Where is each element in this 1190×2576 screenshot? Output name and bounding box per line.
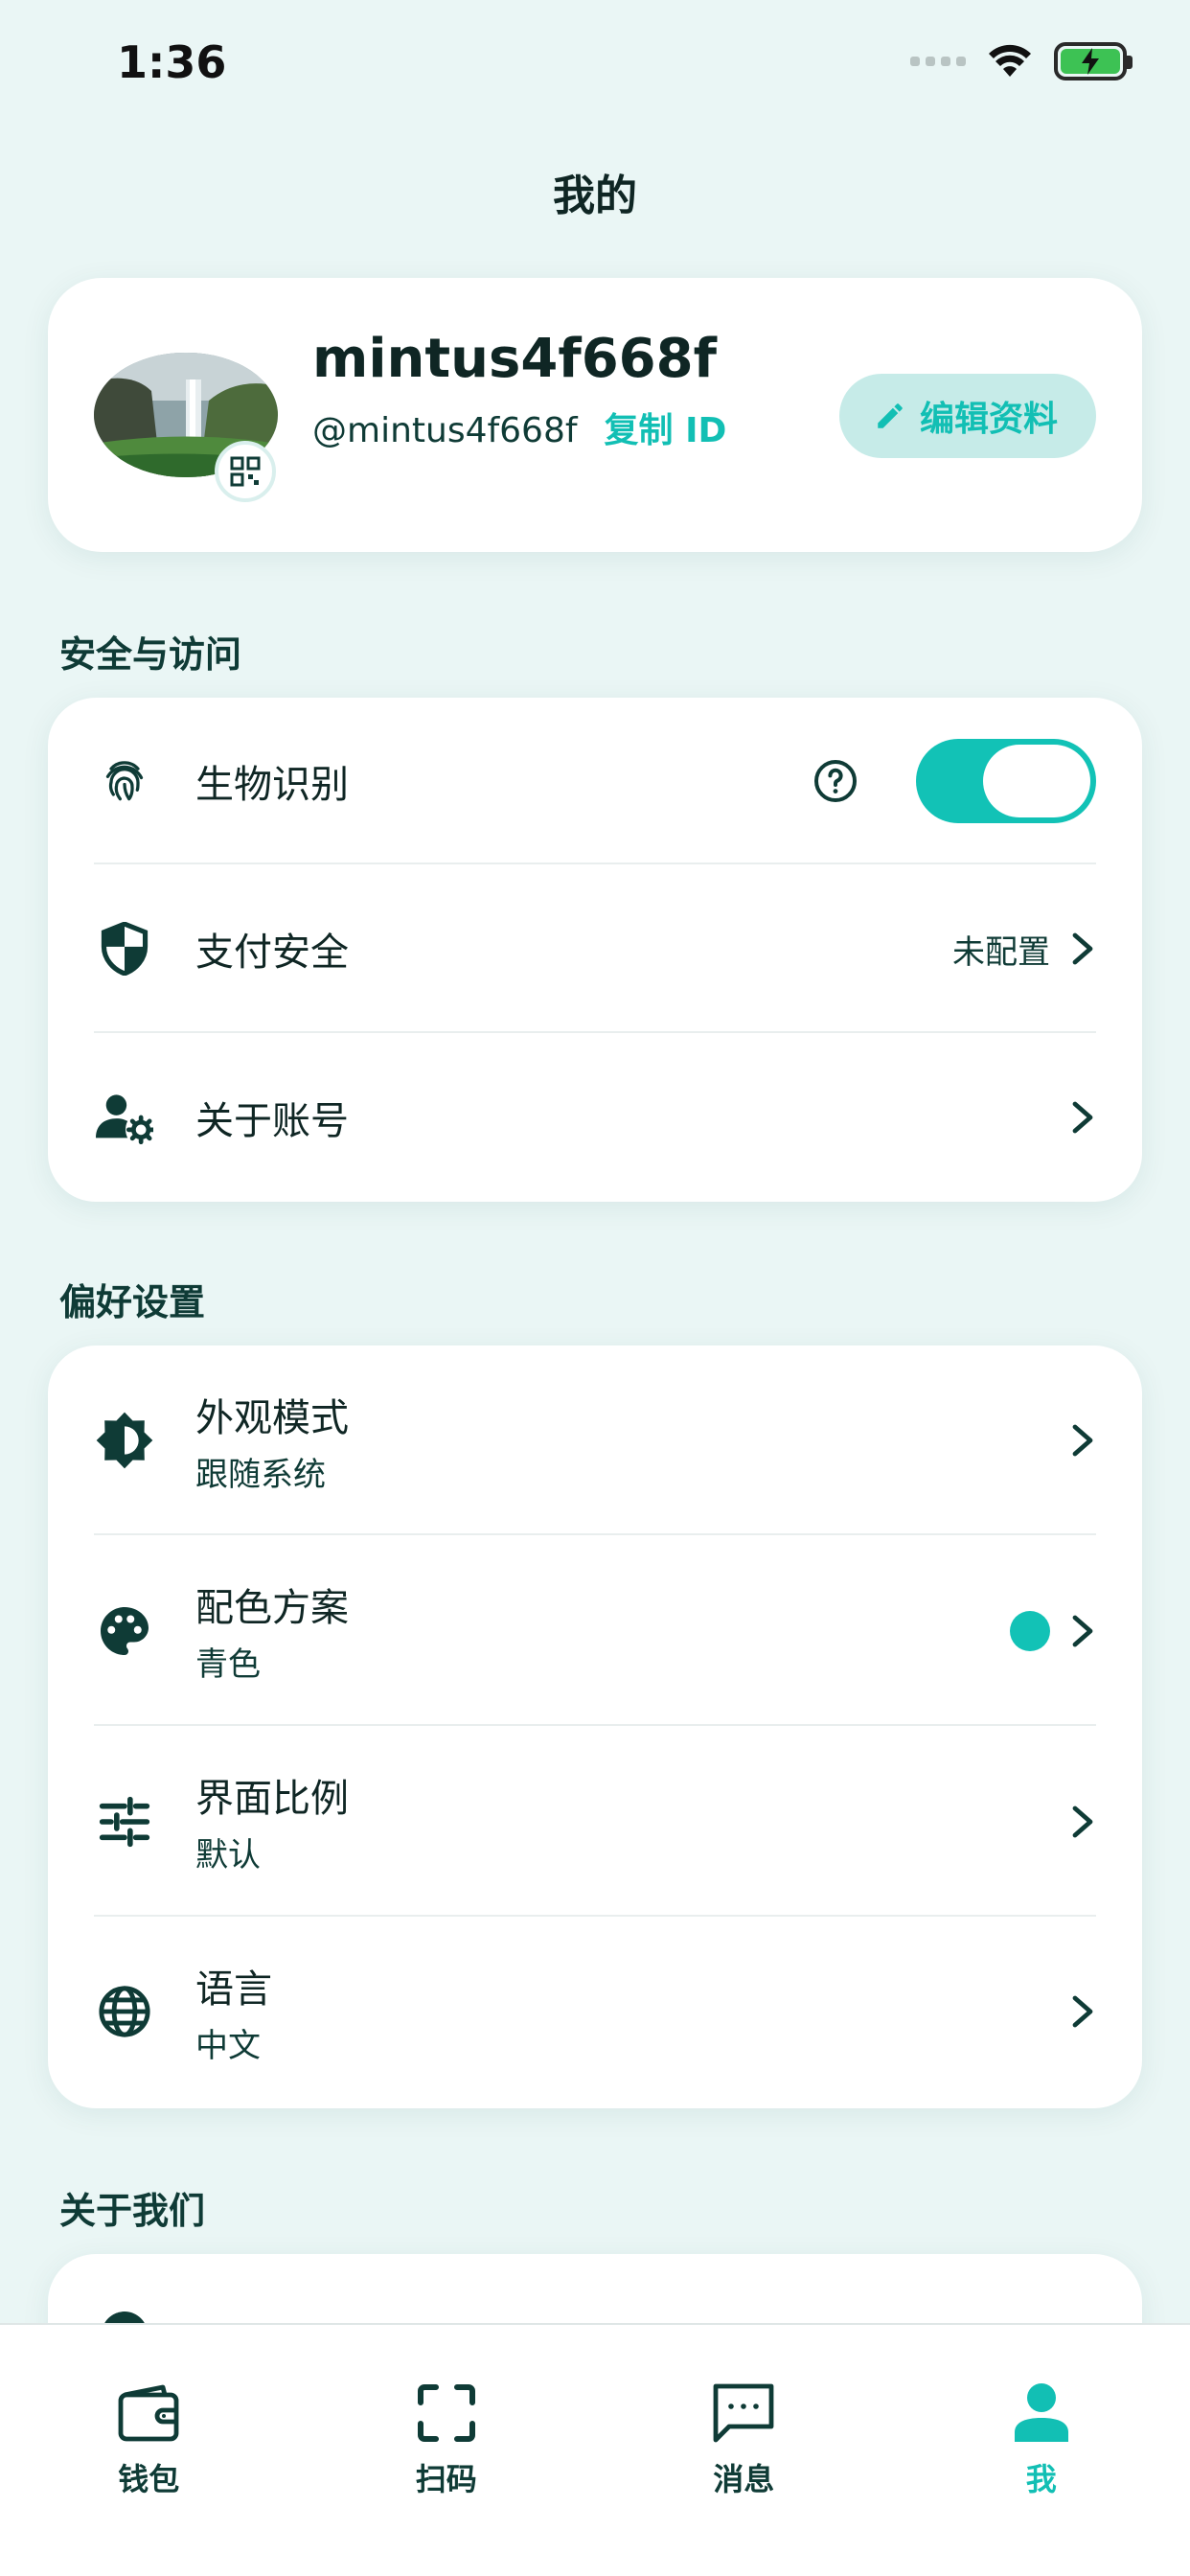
settings-row-value: 跟随系统 <box>195 1455 326 1494</box>
person-icon <box>1007 2379 1076 2448</box>
copy-id-button[interactable]: 复制 ID <box>605 402 727 452</box>
settings-row-label: 外观模式 <box>195 1395 349 1440</box>
preferences-card: 外观模式 跟随系统 配色方案 青色 界面比例 默认 语言 中文 <box>48 1346 1142 2108</box>
settings-row-value: 青色 <box>195 1645 261 1684</box>
wallet-icon <box>114 2379 183 2448</box>
help-icon[interactable] <box>812 758 858 804</box>
tab-bar: 钱包 扫码 消息 我 <box>0 2323 1190 2576</box>
profile-card: mintus4f668f @mintus4f668f 复制 ID 编辑资料 <box>48 278 1142 552</box>
settings-row-label: 界面比例 <box>195 1777 349 1821</box>
chevron-right-icon <box>1072 1424 1093 1457</box>
message-icon <box>709 2379 778 2448</box>
settings-row-value: 中文 <box>195 2026 261 2065</box>
chevron-right-icon <box>1072 1615 1093 1646</box>
qr-code-icon[interactable] <box>215 441 276 502</box>
edit-profile-button[interactable]: 编辑资料 <box>838 374 1096 458</box>
settings-row-biometrics[interactable]: 生物识别 <box>48 698 1142 864</box>
chevron-right-icon <box>1072 1101 1093 1134</box>
settings-row-about-account[interactable]: 关于账号 <box>48 1033 1142 1202</box>
settings-row-label: 支付安全 <box>195 931 349 975</box>
security-card: 生物识别 支付安全 未配置 关于账号 <box>48 698 1142 1202</box>
tab-me[interactable]: 我 <box>893 2325 1190 2576</box>
fingerprint-icon <box>94 750 155 812</box>
chevron-right-icon <box>1072 932 1093 965</box>
chevron-right-icon <box>1072 1806 1093 1837</box>
settings-row-value: 默认 <box>195 1836 261 1874</box>
user-handle: @mintus4f668f <box>312 411 578 450</box>
biometrics-toggle[interactable] <box>916 739 1096 823</box>
settings-row-language[interactable]: 语言 中文 <box>48 1917 1142 2106</box>
section-title-about: 关于我们 <box>59 2190 206 2232</box>
user-settings-icon <box>94 1087 155 1148</box>
tab-scan[interactable]: 扫码 <box>298 2325 596 2576</box>
settings-row-payment-security[interactable]: 支付安全 未配置 <box>48 864 1142 1033</box>
tab-wallet[interactable]: 钱包 <box>0 2325 298 2576</box>
wifi-icon <box>989 44 1031 77</box>
color-swatch <box>1010 1610 1050 1651</box>
settings-row-appearance[interactable]: 外观模式 跟随系统 <box>48 1346 1142 1535</box>
tab-label: 扫码 <box>415 2461 477 2497</box>
globe-icon <box>94 1981 155 2042</box>
page-title: 我的 <box>553 172 637 220</box>
username: mintus4f668f <box>312 328 717 390</box>
handle-row: @mintus4f668f 复制 ID <box>312 402 726 452</box>
settings-row-label: 关于账号 <box>195 1099 349 1143</box>
settings-row-color-scheme[interactable]: 配色方案 青色 <box>48 1535 1142 1726</box>
tab-label: 我 <box>1025 2461 1057 2497</box>
battery-icon <box>1054 42 1133 80</box>
settings-row-ui-scale[interactable]: 界面比例 默认 <box>48 1726 1142 1917</box>
section-title-security: 安全与访问 <box>59 633 242 676</box>
cellular-signal-icon <box>910 57 966 66</box>
settings-row-label: 生物识别 <box>195 763 349 807</box>
section-title-preferences: 偏好设置 <box>59 1281 206 1323</box>
status-icons <box>910 42 1133 80</box>
settings-row-label: 配色方案 <box>195 1586 349 1630</box>
edit-profile-label: 编辑资料 <box>919 400 1058 439</box>
tab-label: 消息 <box>713 2461 775 2497</box>
tab-messages[interactable]: 消息 <box>595 2325 893 2576</box>
status-time: 1:36 <box>117 36 227 88</box>
settings-row-label: 语言 <box>195 1966 272 2012</box>
status-bar: 1:36 <box>0 0 1190 134</box>
sliders-icon <box>94 1791 155 1852</box>
tab-label: 钱包 <box>118 2461 180 2497</box>
shield-icon <box>94 918 155 979</box>
scan-icon <box>412 2379 481 2448</box>
payment-security-status: 未配置 <box>952 932 1050 972</box>
palette-icon <box>94 1600 155 1662</box>
pencil-icon <box>878 403 903 428</box>
chevron-right-icon <box>1072 1995 1093 2028</box>
brightness-icon <box>94 1410 155 1471</box>
